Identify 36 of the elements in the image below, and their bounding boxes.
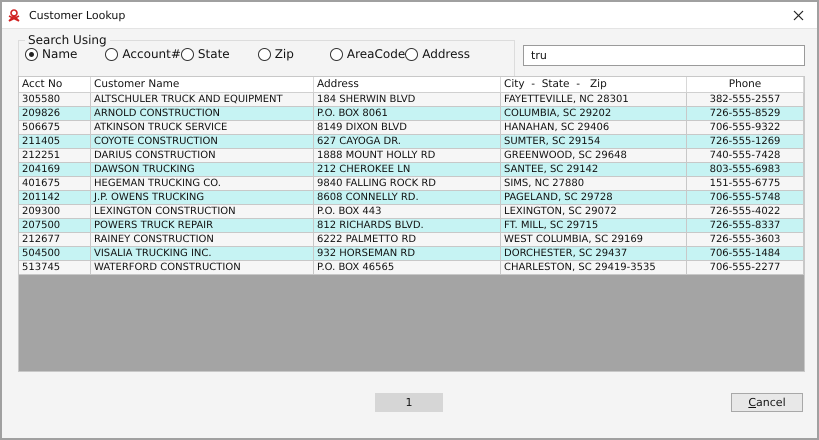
table-row[interactable]: 211405 COYOTE CONSTRUCTION 627 CAYOGA DR. SUMTER, SC 29154 726-555-1269 (19, 135, 804, 149)
column-header[interactable]: City - State - Zip (501, 77, 687, 92)
column-header[interactable]: Address (314, 77, 501, 92)
table-row[interactable]: 513745 WATERFORD CONSTRUCTION P.O. BOX 46565 CHARLESTON, SC 29419-3535 706-555-2277 (19, 261, 804, 275)
table-row[interactable]: 506675 ATKINSON TRUCK SERVICE 8149 DIXON BLVD HANAHAN, SC 29406 706-555-9322 (19, 121, 804, 135)
table-cell: 513745 (19, 261, 91, 275)
app-icon (8, 8, 20, 22)
radio-option[interactable]: Name (25, 47, 78, 61)
page-number: 1 (375, 392, 443, 412)
window-title: Customer Lookup (29, 8, 126, 22)
table-row[interactable]: 504500 VISALIA TRUCKING INC. 932 HORSEMAN RD DORCHESTER, SC 29437 706-555-1484 (19, 247, 804, 261)
table-row[interactable]: 201142 J.P. OWENS TRUCKING 8608 CONNELLY RD. PAGELAND, SC 29728 706-555-5748 (19, 191, 804, 205)
table-row[interactable]: 305580 ALTSCHULER TRUCK AND EQUIPMENT 184 SHERWIN BLVD FAYETTEVILLE, NC 28301 382-555-2557 (19, 93, 804, 107)
column-header[interactable]: Customer Name (91, 77, 314, 92)
column-header[interactable]: Acct No (19, 77, 91, 92)
table-cell: 706-555-2277 (687, 261, 804, 275)
table-cell: P.O. BOX 46565 (314, 261, 501, 275)
radio-option[interactable]: AreaCode (330, 47, 406, 61)
close-icon (792, 10, 804, 20)
table-row[interactable]: 207500 POWERS TRUCK REPAIR 812 RICHARDS BLVD. FT. MILL, SC 29715 726-555-8337 (19, 219, 804, 233)
table-row[interactable]: 204169 DAWSON TRUCKING 212 CHEROKEE LN SANTEE, SC 29142 803-555-6983 (19, 163, 804, 177)
cancel-button[interactable]: Cancel (731, 392, 803, 412)
table-row[interactable]: 212251 DARIUS CONSTRUCTION 1888 MOUNT HOLLY RD GREENWOOD, SC 29648 740-555-7428 (19, 149, 804, 163)
table-cell: CHARLESTON, SC 29419-3535 (501, 261, 687, 275)
table-row[interactable]: 212677 RAINEY CONSTRUCTION 6222 PALMETTO RD WEST COLUMBIA, SC 29169 726-555-3603 (19, 233, 804, 247)
radio-option[interactable]: Address (405, 47, 470, 61)
table-row[interactable]: 209826 ARNOLD CONSTRUCTION P.O. BOX 8061 COLUMBIA, SC 29202 726-555-8529 (19, 107, 804, 121)
table-row[interactable]: 401675 HEGEMAN TRUCKING CO. 9840 FALLING ROCK RD SIMS, NC 27880 151-555-6775 (19, 177, 804, 191)
group-title: Search Using (27, 33, 108, 47)
search-field[interactable]: tru (523, 45, 805, 66)
table-cell: WATERFORD CONSTRUCTION (91, 261, 314, 275)
radio-option[interactable]: Zip (258, 47, 294, 61)
radio-option[interactable]: Account# (105, 47, 181, 61)
radio-option[interactable]: State (180, 47, 230, 61)
table-row[interactable]: 209300 LEXINGTON CONSTRUCTION P.O. BOX 443 LEXINGTON, SC 29072 726-555-4022 (19, 205, 804, 219)
column-header[interactable]: Phone (687, 77, 804, 92)
